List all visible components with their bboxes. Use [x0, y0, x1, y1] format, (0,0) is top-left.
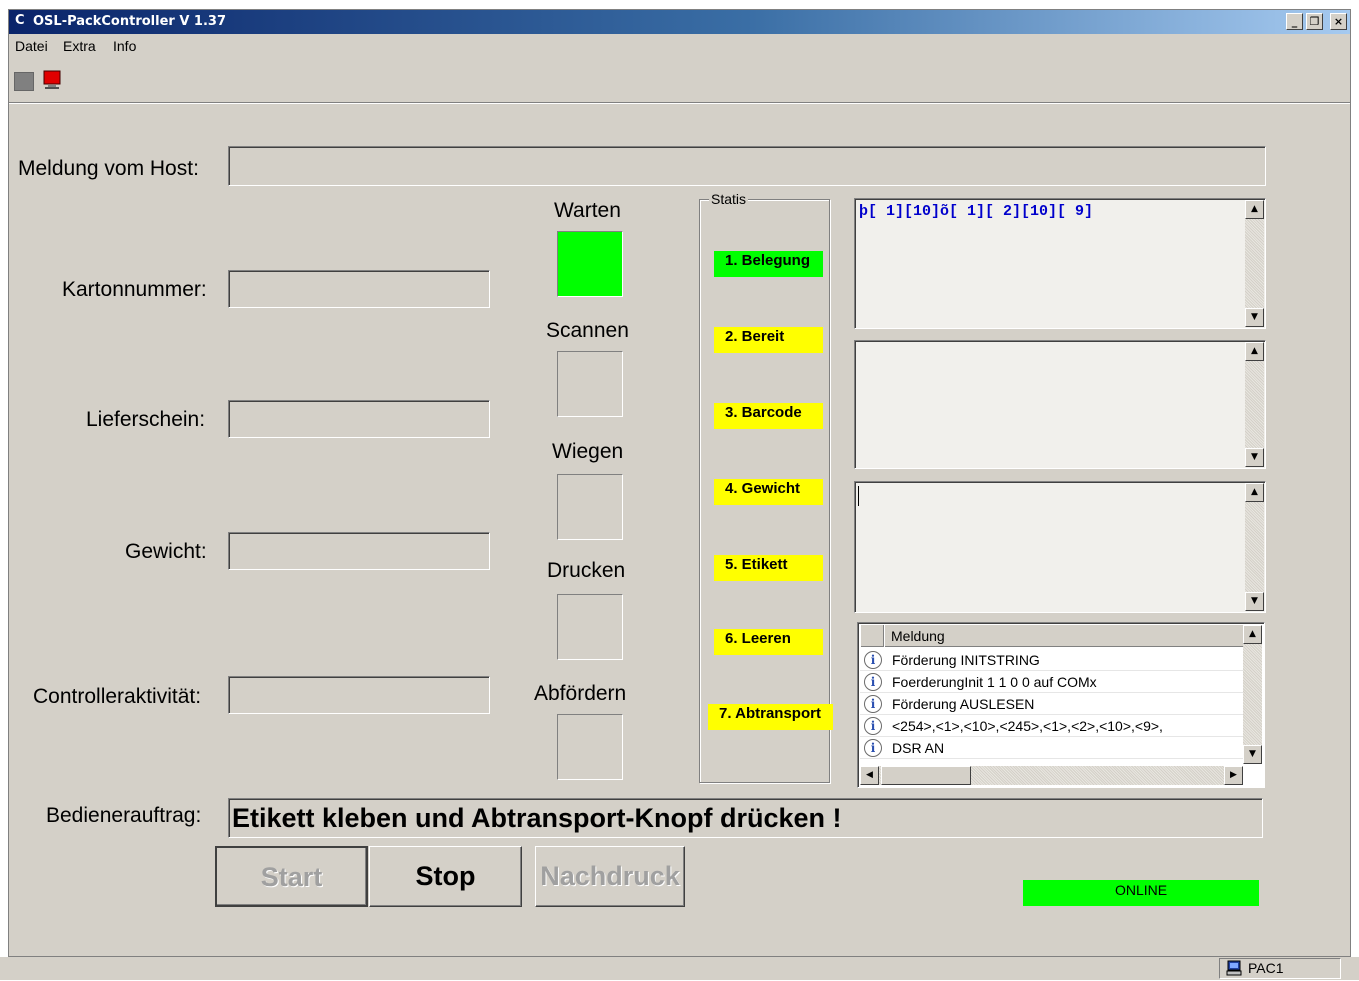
- step-indicator-abfoerdern: [557, 714, 623, 780]
- log-header: Meldung: [860, 625, 1244, 647]
- operator-instruction-text: Etikett kleben und Abtransport-Knopf drü…: [232, 803, 842, 833]
- step-indicator-scannen: [557, 351, 623, 417]
- status-etikett: 5. Etikett: [714, 555, 823, 581]
- stop-button[interactable]: Stop: [369, 846, 522, 907]
- menu-extra[interactable]: Extra: [63, 38, 96, 54]
- scroll-up-icon[interactable]: ▲: [1245, 200, 1264, 219]
- window-title: OSL-PackController V 1.37: [33, 14, 227, 29]
- log-header-icon-column[interactable]: [860, 625, 884, 647]
- log-row[interactable]: i Förderung AUSLESEN: [860, 693, 1243, 715]
- log-hscrollbar[interactable]: ◀ ▶: [860, 766, 1243, 785]
- status-panel-text: PAC1: [1248, 960, 1284, 976]
- status-gewicht: 4. Gewicht: [714, 479, 823, 505]
- minimize-button[interactable]: _: [1286, 13, 1303, 30]
- scroll-down-icon[interactable]: ▼: [1243, 745, 1262, 764]
- scroll-right-icon[interactable]: ▶: [1224, 766, 1243, 785]
- log-row[interactable]: i DSR AN: [860, 737, 1243, 759]
- raw-data-textbox[interactable]: þ[ 1][10]õ[ 1][ 2][10][ 9] ▲ ▼: [854, 198, 1266, 329]
- controller-activity-label: Controlleraktivität:: [33, 685, 202, 708]
- input-textbox[interactable]: ▲ ▼: [854, 481, 1266, 613]
- toolbar-separator: [9, 102, 1350, 104]
- scroll-down-icon[interactable]: ▼: [1245, 592, 1264, 611]
- step-indicator-wiegen: [557, 474, 623, 540]
- step-indicator-warten: [557, 231, 623, 297]
- raw-data-text: þ[ 1][10]õ[ 1][ 2][10][ 9]: [859, 203, 1094, 220]
- main-window: C OSL-PackController V 1.37 _ ❐ × Datei …: [8, 9, 1351, 957]
- start-button[interactable]: Start: [215, 846, 368, 907]
- toolbar-gray-icon[interactable]: [14, 72, 34, 91]
- controller-activity-field: [228, 676, 490, 714]
- log-vscrollbar[interactable]: ▲ ▼: [1243, 625, 1262, 764]
- step-title-scannen: Scannen: [546, 319, 629, 342]
- close-button[interactable]: ×: [1330, 13, 1347, 30]
- step-title-drucken: Drucken: [547, 559, 626, 582]
- title-bar[interactable]: C OSL-PackController V 1.37 _ ❐ ×: [9, 10, 1350, 34]
- status-leeren: 6. Leeren: [714, 629, 823, 655]
- computer-icon: [1226, 960, 1242, 981]
- status-bereit: 2. Bereit: [714, 327, 823, 353]
- output-textbox[interactable]: ▲ ▼: [854, 340, 1266, 469]
- text-caret: [858, 486, 859, 506]
- app-icon: C: [15, 13, 25, 28]
- input-scrollbar[interactable]: ▲ ▼: [1245, 483, 1264, 611]
- reprint-button[interactable]: Nachdruck: [535, 846, 685, 907]
- host-message-label: Meldung vom Host:: [18, 157, 199, 180]
- scroll-down-icon[interactable]: ▼: [1245, 448, 1264, 467]
- log-row[interactable]: i Förderung INITSTRING: [860, 649, 1243, 671]
- statis-group-title: Statis: [709, 191, 749, 207]
- info-icon: i: [864, 739, 882, 757]
- info-icon: i: [864, 673, 882, 691]
- scroll-up-icon[interactable]: ▲: [1245, 342, 1264, 361]
- info-icon: i: [864, 695, 882, 713]
- step-title-warten: Warten: [554, 199, 621, 222]
- host-message-field: [228, 146, 1266, 186]
- raw-data-scrollbar[interactable]: ▲ ▼: [1245, 200, 1264, 327]
- online-status-indicator: ONLINE: [1023, 880, 1259, 906]
- log-header-meldung[interactable]: Meldung: [884, 625, 1244, 647]
- status-abtransport: 7. Abtransport: [708, 704, 833, 730]
- delivery-label: Lieferschein:: [86, 408, 206, 431]
- weight-label: Gewicht:: [125, 540, 207, 563]
- weight-field: [228, 532, 490, 570]
- scroll-left-icon[interactable]: ◀: [860, 766, 879, 785]
- menu-datei[interactable]: Datei: [15, 38, 48, 54]
- status-bar: PAC1: [0, 957, 1359, 980]
- operator-instruction-field: Etikett kleben und Abtransport-Knopf drü…: [228, 798, 1263, 838]
- delivery-note-field: [228, 400, 490, 438]
- menu-info[interactable]: Info: [113, 38, 136, 54]
- log-row[interactable]: i FoerderungInit 1 1 0 0 auf COMx: [860, 671, 1243, 693]
- scroll-down-icon[interactable]: ▼: [1245, 308, 1264, 327]
- carton-label: Kartonnummer:: [62, 278, 207, 301]
- restore-button[interactable]: ❐: [1306, 13, 1323, 30]
- operator-label: Bedienerauftrag:: [46, 804, 202, 827]
- info-icon: i: [864, 717, 882, 735]
- scroll-up-icon[interactable]: ▲: [1245, 483, 1264, 502]
- log-row[interactable]: i <254>,<1>,<10>,<245>,<1>,<2>,<10>,<9>,: [860, 715, 1243, 737]
- step-indicator-drucken: [557, 594, 623, 660]
- step-title-wiegen: Wiegen: [552, 440, 624, 463]
- output-scrollbar[interactable]: ▲ ▼: [1245, 342, 1264, 467]
- status-barcode: 3. Barcode: [714, 403, 823, 429]
- scroll-thumb[interactable]: [881, 766, 971, 785]
- carton-number-field: [228, 270, 490, 308]
- info-icon: i: [864, 651, 882, 669]
- scroll-up-icon[interactable]: ▲: [1243, 625, 1262, 644]
- toolbar-monitor-icon[interactable]: [42, 70, 62, 89]
- status-panel: PAC1: [1219, 958, 1341, 979]
- status-belegung: 1. Belegung: [714, 251, 823, 277]
- message-log-list[interactable]: Meldung i Förderung INITSTRING i Foerder…: [857, 622, 1265, 788]
- step-title-abfoerdern: Abfördern: [534, 682, 627, 705]
